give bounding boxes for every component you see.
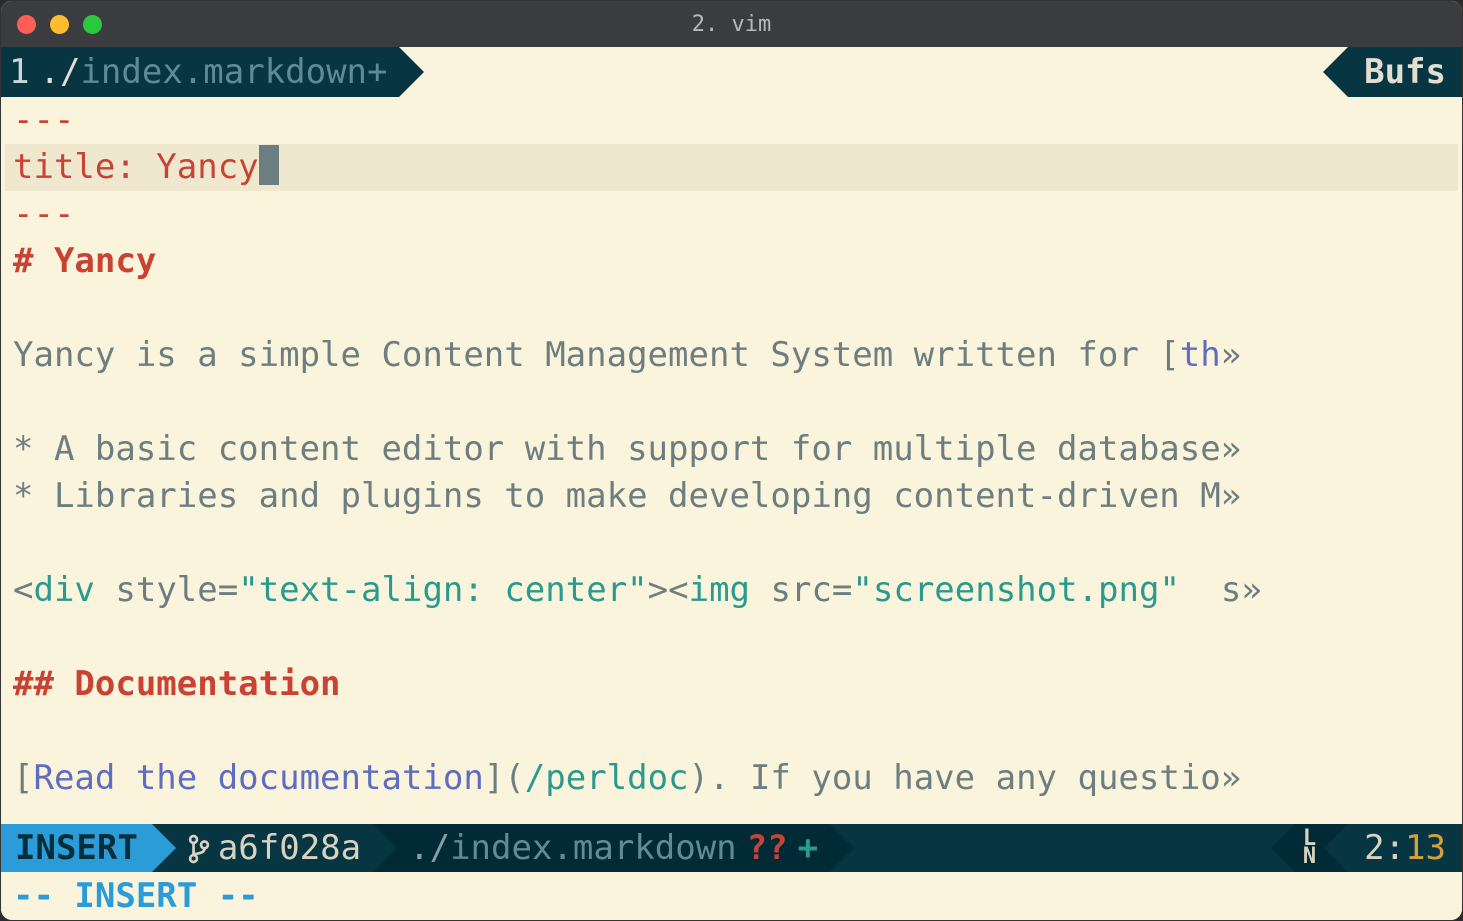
status-mode-label: INSERT	[15, 828, 138, 868]
tabline: 1 ./index.markdown+ Bufs	[1, 47, 1462, 97]
terminal-window: 2. vim 1 ./index.markdown+ Bufs ---title…	[0, 0, 1463, 921]
status-mode: INSERT	[1, 824, 152, 872]
tab-separator-icon	[1323, 47, 1348, 97]
tab-bufs-label: Bufs	[1364, 52, 1446, 92]
editor-area[interactable]: ---title: Yancy---# Yancy Yancy is a sim…	[1, 97, 1462, 824]
status-file: ./index.markdown ?? +	[397, 824, 830, 872]
close-button[interactable]	[17, 15, 36, 34]
editor-line[interactable]: * Libraries and plugins to make developi…	[5, 473, 1458, 520]
editor-line[interactable]	[5, 708, 1458, 755]
command-line[interactable]: -- INSERT --	[1, 872, 1462, 920]
status-ln-indicator: L N	[1295, 824, 1324, 872]
titlebar[interactable]: 2. vim	[1, 1, 1462, 47]
statusline-spacer	[854, 824, 1271, 872]
statusline: INSERT a6f028a ./index.markdown ?? +	[1, 824, 1462, 872]
branch-icon	[188, 833, 210, 863]
separator-icon	[830, 824, 854, 872]
tab-filename: index.markdown+	[80, 52, 387, 92]
tab-number: 1	[9, 52, 29, 92]
editor-line[interactable]	[5, 520, 1458, 567]
editor-line[interactable]: <div style="text-align: center"><img src…	[5, 567, 1458, 614]
separator-icon	[152, 824, 176, 872]
status-position: 2:13	[1348, 824, 1462, 872]
editor-line[interactable]: [Read the documentation](/perldoc). If y…	[5, 755, 1458, 802]
maximize-button[interactable]	[83, 15, 102, 34]
status-git: a6f028a	[176, 824, 373, 872]
status-file-path: ./	[409, 828, 450, 868]
editor-line[interactable]	[5, 614, 1458, 661]
status-col-number: 13	[1405, 828, 1446, 868]
editor-line[interactable]	[5, 285, 1458, 332]
separator-icon	[1324, 824, 1348, 872]
tab-buffer-1[interactable]: 1 ./index.markdown+	[1, 47, 399, 97]
cursor	[259, 145, 279, 185]
editor-line[interactable]: # Yancy	[5, 238, 1458, 285]
editor-line[interactable]: ---	[5, 191, 1458, 238]
editor-line[interactable]: title: Yancy	[5, 144, 1458, 191]
status-file-name: index.markdown	[450, 828, 737, 868]
separator-icon	[1271, 824, 1295, 872]
status-git-status: ??	[747, 828, 788, 868]
tabline-spacer	[424, 47, 1323, 97]
minimize-button[interactable]	[50, 15, 69, 34]
ln-label-bot: N	[1303, 848, 1316, 866]
tab-separator-icon	[399, 47, 424, 97]
status-git-commit: a6f028a	[218, 828, 361, 868]
tab-bufs[interactable]: Bufs	[1348, 47, 1462, 97]
status-line-number: 2	[1364, 828, 1384, 868]
editor-line[interactable]: ---	[5, 97, 1458, 144]
separator-icon	[373, 824, 397, 872]
traffic-lights	[17, 15, 102, 34]
editor-line[interactable]: Yancy is a simple Content Management Sys…	[5, 332, 1458, 379]
command-line-text: -- INSERT --	[13, 876, 259, 916]
status-modified-icon: +	[798, 828, 818, 868]
window-title: 2. vim	[692, 12, 771, 37]
editor-line[interactable]	[5, 379, 1458, 426]
tab-path-prefix: ./	[39, 52, 80, 92]
editor-line[interactable]: ## Documentation	[5, 661, 1458, 708]
editor-line[interactable]: * A basic content editor with support fo…	[5, 426, 1458, 473]
